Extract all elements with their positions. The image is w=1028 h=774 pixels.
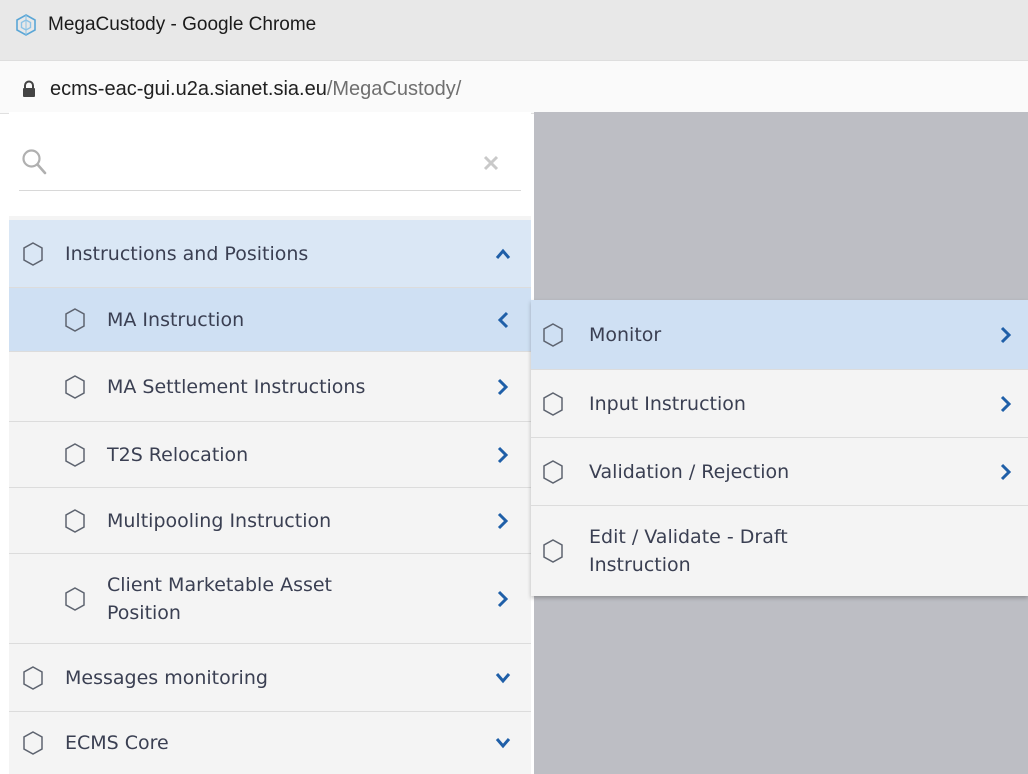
menu-item-label: Messages monitoring — [65, 666, 268, 689]
url-path: /MegaCustody/ — [326, 77, 462, 100]
hexagon-icon — [65, 307, 85, 332]
menu-item-multipooling-instruction[interactable]: Multipooling Instruction — [9, 488, 531, 554]
chevron-right-icon — [1000, 326, 1012, 343]
menu-item-label: ECMS Core — [65, 732, 169, 754]
close-icon[interactable] — [482, 154, 500, 172]
hexagon-icon — [65, 586, 85, 611]
submenu-item-label: Monitor — [589, 323, 662, 346]
navigation-sidebar: Instructions and Positions MA Instructio… — [9, 112, 531, 774]
menu-item-ma-instruction[interactable]: MA Instruction — [9, 288, 531, 352]
menu-item-label: Instructions and Positions — [65, 242, 309, 265]
search-underline — [19, 190, 521, 191]
search-icon — [22, 149, 47, 175]
submenu-item-label-line1: Edit / Validate - Draft — [589, 526, 788, 548]
search-input[interactable] — [61, 142, 465, 180]
menu-item-label: Client Marketable Asset Position — [107, 571, 332, 627]
hexagon-icon — [543, 459, 563, 484]
menu-item-label: Multipooling Instruction — [107, 509, 332, 532]
menu-item-ecms-core[interactable]: ECMS Core — [9, 712, 531, 774]
menu-item-messages-monitoring[interactable]: Messages monitoring — [9, 644, 531, 712]
chevron-right-icon — [1000, 395, 1012, 412]
chevron-left-icon — [497, 311, 509, 328]
chevron-up-icon — [495, 248, 511, 259]
hexagon-icon — [543, 322, 563, 347]
window-title-row: MegaCustody - Google Chrome — [14, 12, 316, 38]
hexagon-icon — [65, 374, 85, 399]
submenu-item-monitor[interactable]: Monitor — [531, 300, 1028, 370]
megacustody-logo-icon — [16, 14, 36, 36]
menu-item-label: MA Instruction — [107, 308, 245, 331]
chevron-right-icon — [497, 590, 509, 607]
menu-item-ma-settlement-instructions[interactable]: MA Settlement Instructions — [9, 352, 531, 422]
browser-title-bar: MegaCustody - Google Chrome — [0, 0, 1028, 69]
menu-item-label-line2: Position — [107, 601, 181, 624]
menu-item-instructions-and-positions[interactable]: Instructions and Positions — [9, 220, 531, 288]
window-title: MegaCustody - Google Chrome — [48, 14, 317, 35]
hexagon-icon — [23, 241, 43, 266]
chevron-right-icon — [497, 378, 509, 395]
submenu-item-label: Input Instruction — [589, 392, 746, 415]
menu-item-label-line1: Client Marketable Asset — [107, 573, 333, 596]
hexagon-icon — [65, 442, 85, 467]
hexagon-icon — [23, 731, 43, 755]
submenu-item-label: Validation / Rejection — [589, 460, 790, 483]
menu-item-label: MA Settlement Instructions — [107, 375, 366, 398]
ma-instruction-submenu: Monitor Input Instruction Validation / R… — [531, 300, 1028, 596]
submenu-item-label: Edit / Validate - Draft Instruction — [589, 523, 788, 579]
submenu-item-validation-rejection[interactable]: Validation / Rejection — [531, 438, 1028, 506]
chevron-down-icon — [495, 738, 511, 749]
submenu-item-input-instruction[interactable]: Input Instruction — [531, 370, 1028, 438]
chevron-down-icon — [495, 672, 511, 683]
chevron-right-icon — [497, 446, 509, 463]
chevron-right-icon — [1000, 463, 1012, 480]
url-display[interactable]: ecms-eac-gui.u2a.sianet.sia.eu/MegaCusto… — [22, 70, 461, 108]
hexagon-icon — [543, 391, 563, 416]
chevron-right-icon — [497, 512, 509, 529]
submenu-item-edit-validate-draft-instruction[interactable]: Edit / Validate - Draft Instruction — [531, 506, 1028, 596]
lock-icon — [23, 80, 35, 97]
menu-search — [9, 112, 531, 216]
menu-item-client-marketable-asset-position[interactable]: Client Marketable Asset Position — [9, 554, 531, 644]
menu-item-label: T2S Relocation — [107, 443, 249, 466]
submenu-item-label-line2: Instruction — [589, 554, 691, 576]
hexagon-icon — [65, 508, 85, 533]
url-host: ecms-eac-gui.u2a.sianet.sia.eu — [50, 77, 327, 100]
menu-item-t2s-relocation[interactable]: T2S Relocation — [9, 422, 531, 488]
hexagon-icon — [23, 665, 43, 690]
hexagon-icon — [543, 539, 563, 563]
